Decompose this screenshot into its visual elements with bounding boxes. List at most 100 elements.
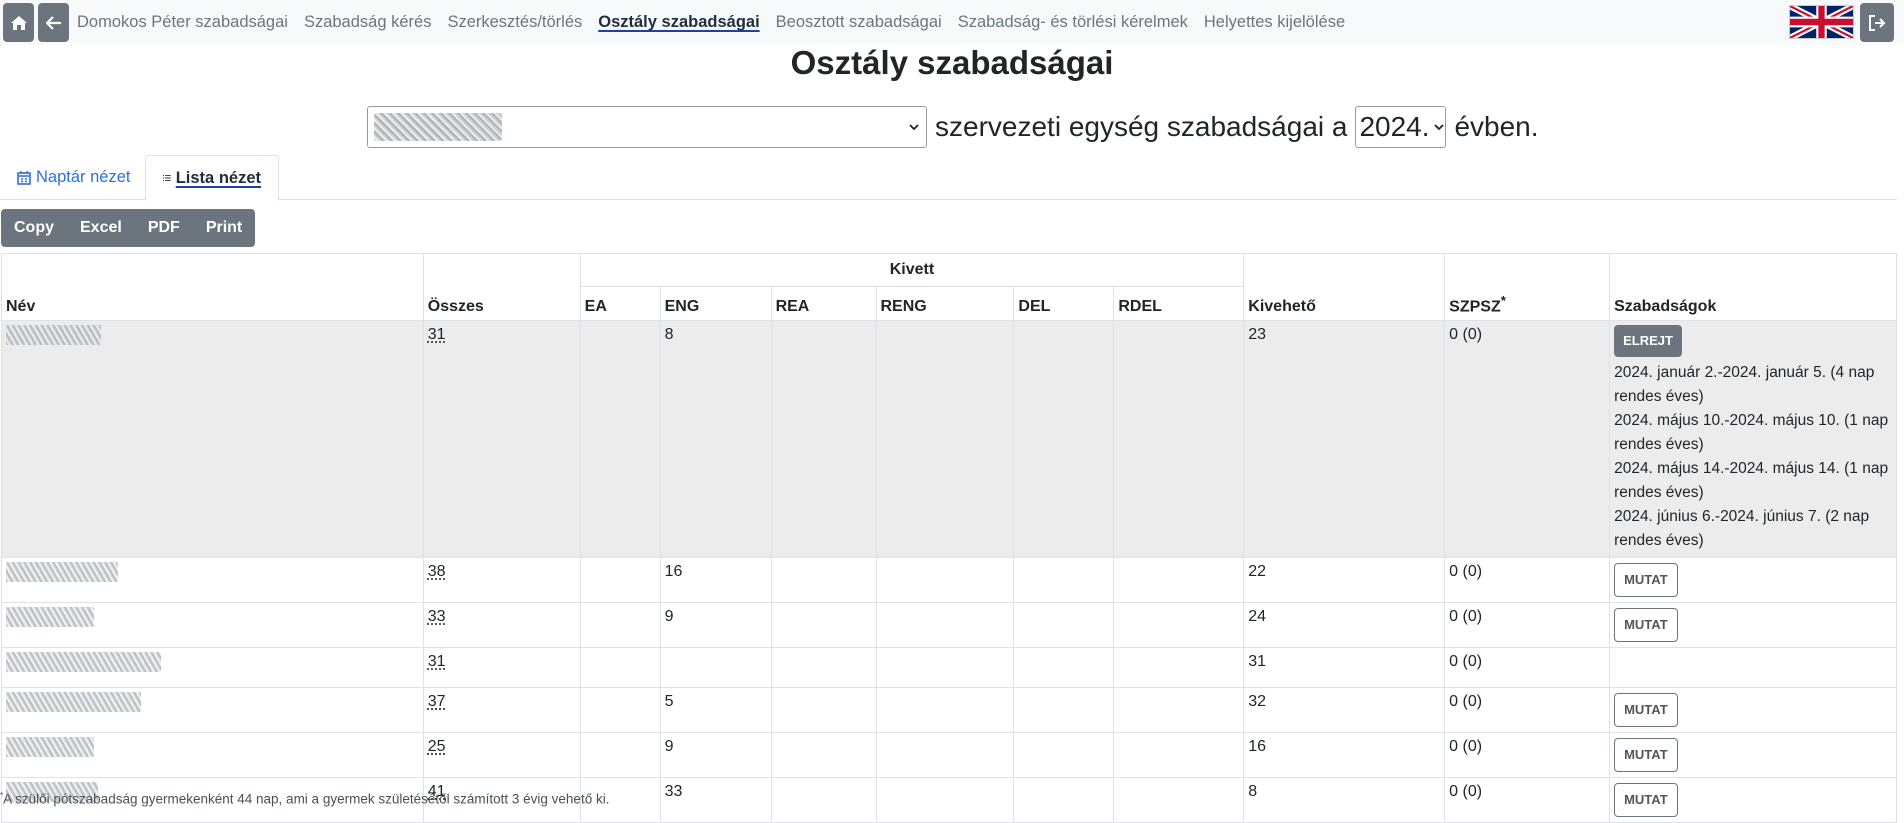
print-button[interactable]: Print [193,209,255,247]
selector-text-unit: szervezeti egység szabadságai a [935,111,1348,142]
show-button[interactable]: MUTAT [1614,563,1678,597]
leave-table: Név Összes Kivett Kivehető SZPSZ* Szabad… [1,253,1897,823]
cell-rdel [1113,687,1245,733]
home-button[interactable] [3,3,34,42]
hide-button[interactable]: ELREJT [1614,325,1682,357]
cell-szpsz: 0 (0) [1444,320,1611,558]
show-button[interactable]: MUTAT [1614,783,1678,817]
nav-link-leave-request[interactable]: Szabadság kérés [304,13,432,32]
cell-leaves: MUTAT [1609,602,1897,648]
nav-link-edit-delete[interactable]: Szerkesztés/törlés [447,13,582,32]
logout-icon [1869,14,1886,31]
logout-button[interactable] [1860,3,1894,42]
pdf-button[interactable]: PDF [135,209,193,247]
top-navbar: Domokos Péter szabadságai Szabadság kéré… [0,0,1904,45]
cell-reng [875,320,1015,558]
total-value: 38 [427,563,446,580]
cell-rdel [1113,602,1245,648]
back-button[interactable] [38,3,69,42]
cell-total: 37 [422,687,581,733]
cell-ea [579,687,661,733]
copy-button[interactable]: Copy [1,209,67,247]
table-row: 33 9 24 0 (0) MUTAT [1,602,1897,648]
cell-eng: 9 [659,602,772,648]
cell-rdel [1113,732,1245,778]
uk-flag-icon[interactable] [1789,5,1854,39]
cell-szpsz: 0 (0) [1444,687,1611,733]
nav-link-department-leaves[interactable]: Osztály szabadságai [598,13,759,32]
org-unit-select[interactable] [367,106,927,148]
cell-eng [659,647,772,688]
col-header-reng[interactable]: RENG [875,286,1015,321]
cell-del [1013,602,1115,648]
nav-link-deputy[interactable]: Helyettes kijelölése [1204,13,1345,32]
col-header-rdel[interactable]: RDEL [1113,286,1245,321]
cell-available: 16 [1243,732,1446,778]
cell-available: 31 [1243,647,1446,688]
col-header-ea[interactable]: EA [579,286,661,321]
cell-name [1,320,424,558]
cell-name [1,732,424,778]
cell-reng [875,732,1015,778]
cell-name [1,687,424,733]
year-select[interactable]: 2024. [1355,106,1447,148]
total-value: 33 [427,608,446,625]
col-header-eng[interactable]: ENG [659,286,772,321]
tab-label: Lista nézet [175,168,261,187]
cell-del [1013,557,1115,603]
redacted-name [6,607,94,627]
cell-available: 23 [1243,320,1446,558]
leave-item: 2024. június 6.-2024. június 7. (2 nap r… [1614,508,1870,549]
redacted-name [6,652,161,672]
home-icon [10,15,27,30]
show-button[interactable]: MUTAT [1614,693,1678,727]
cell-rea [770,687,877,733]
cell-reng [875,647,1015,688]
cell-leaves: MUTAT [1609,557,1897,603]
redacted-name [6,562,118,582]
table-row: 38 16 22 0 (0) MUTAT [1,557,1897,603]
col-header-rea[interactable]: REA [770,286,877,321]
chevron-down-icon [909,124,919,131]
excel-button[interactable]: Excel [67,209,135,247]
nav-link-my-leaves[interactable]: Domokos Péter szabadságai [77,13,288,32]
col-header-name[interactable]: Név [1,253,424,321]
cell-total: 31 [422,647,581,688]
total-value: 37 [427,693,446,710]
show-button[interactable]: MUTAT [1614,608,1678,642]
col-header-total[interactable]: Összes [422,253,581,321]
col-header-del[interactable]: DEL [1013,286,1115,321]
nav-link-subordinate-leaves[interactable]: Beosztott szabadságai [776,13,942,32]
cell-szpsz: 0 (0) [1444,732,1611,778]
cell-szpsz: 0 (0) [1444,602,1611,648]
year-value: 2024. [1359,111,1430,142]
footnote-text: A szülői pótszabadság gyermekenként 44 n… [3,791,610,807]
col-header-leaves[interactable]: Szabadságok [1609,253,1897,321]
tab-list-view[interactable]: Lista nézet [145,155,279,201]
leave-item: 2024. május 14.-2024. május 14. (1 nap r… [1614,460,1889,501]
footnote: *A szülői pótszabadság gyermekenként 44 … [0,791,609,807]
cell-total: 31 [422,320,581,558]
nav-link-requests[interactable]: Szabadság- és törlési kérelmek [958,13,1188,32]
cell-reng [875,602,1015,648]
cell-ea [579,602,661,648]
cell-total: 25 [422,732,581,778]
page-title: Osztály szabadságai [790,44,1114,81]
cell-rdel [1113,647,1245,688]
col-header-szpsz[interactable]: SZPSZ* [1444,253,1611,321]
col-header-taken-group: Kivett [579,253,1245,287]
chevron-down-icon [1434,124,1445,131]
tab-label: Naptár nézet [36,168,131,186]
cell-available: 24 [1243,602,1446,648]
cell-leaves: ELREJT 2024. január 2.-2024. január 5. (… [1609,320,1897,558]
col-header-available[interactable]: Kivehető [1243,253,1446,321]
cell-szpsz: 0 (0) [1444,557,1611,603]
total-value: 31 [427,326,446,343]
cell-szpsz: 0 (0) [1444,647,1611,688]
show-button[interactable]: MUTAT [1614,738,1678,772]
cell-leaves: MUTAT [1609,687,1897,733]
cell-eng: 5 [659,687,772,733]
cell-leaves: MUTAT [1609,732,1897,778]
tab-calendar-view[interactable]: Naptár nézet [0,155,147,200]
cell-rdel [1113,320,1245,558]
